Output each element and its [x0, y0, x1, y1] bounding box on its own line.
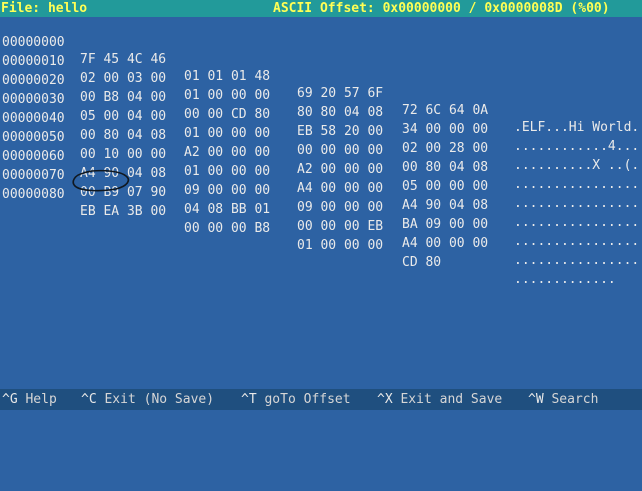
search-key: ^W — [528, 392, 544, 407]
hex-group-1[interactable]: 00 B8 04 00 — [80, 89, 166, 106]
ascii-column[interactable]: ................ — [514, 195, 639, 212]
search-label: Search — [551, 392, 599, 407]
ascii-column[interactable]: ................ — [514, 176, 639, 193]
ascii-column[interactable]: ..........X ..(. — [514, 157, 639, 174]
hex-group-1[interactable]: 02 00 03 00 — [80, 70, 166, 87]
hex-row[interactable]: 00000010 02 00 03 00 01 00 00 00 80 80 0… — [0, 36, 639, 154]
hex-group-3[interactable]: 09 00 00 00 — [297, 199, 383, 216]
exit-and-save-key: ^X — [377, 392, 393, 407]
hex-group-4[interactable]: CD 80 — [402, 254, 441, 271]
hex-row[interactable]: 00000050 00 10 00 00 01 00 00 00 A4 00 0… — [0, 112, 639, 230]
hex-group-4[interactable]: 00 80 04 08 — [402, 159, 488, 176]
hex-group-2[interactable]: 00 00 00 B8 — [184, 220, 270, 237]
hex-group-2[interactable]: 01 00 00 00 — [184, 163, 270, 180]
hex-group-3[interactable]: EB 58 20 00 — [297, 123, 383, 140]
hex-group-4[interactable]: A4 90 04 08 — [402, 197, 488, 214]
hex-group-3[interactable]: 00 00 00 EB — [297, 218, 383, 235]
command-bar: ^G Help ^C Exit (No Save) ^T goTo Offset… — [0, 389, 642, 410]
hex-group-4[interactable]: 05 00 00 00 — [402, 178, 488, 195]
hex-editor-area[interactable]: 00000000 7F 45 4C 46 01 01 01 48 69 20 5… — [0, 17, 642, 389]
search-command[interactable]: ^W Search — [528, 391, 598, 408]
hex-row[interactable]: 00000060 A4 90 04 08 09 00 00 00 09 00 0… — [0, 131, 639, 249]
ascii-column[interactable]: ................ — [514, 252, 639, 269]
title-bar: File: hello ASCII Offset: 0x00000000 / 0… — [0, 0, 642, 17]
hex-group-3[interactable]: 00 00 00 00 — [297, 142, 383, 159]
ascii-column[interactable]: ............. — [514, 271, 616, 288]
ascii-column[interactable]: ................ — [514, 233, 639, 250]
hex-row[interactable]: 00000030 05 00 04 00 01 00 00 00 00 00 0… — [0, 74, 639, 192]
hex-group-4[interactable]: BA 09 00 00 — [402, 216, 488, 233]
hex-group-1[interactable]: 00 10 00 00 — [80, 146, 166, 163]
goto-offset-label: goTo Offset — [264, 392, 351, 407]
hex-group-4[interactable]: A4 00 00 00 — [402, 235, 488, 252]
hex-group-3[interactable]: A2 00 00 00 — [297, 161, 383, 178]
row-address: 00000080 — [2, 187, 65, 202]
ascii-column[interactable]: .ELF...Hi World. — [514, 119, 639, 136]
goto-offset-key: ^T — [241, 392, 257, 407]
help-command[interactable]: ^G Help — [2, 391, 57, 408]
exit-and-save-label: Exit and Save — [400, 392, 503, 407]
ascii-offset-label: ASCII Offset: 0x00000000 / 0x0000008D (%… — [273, 1, 610, 16]
hex-group-2[interactable]: 01 00 00 00 — [184, 125, 270, 142]
hex-group-4[interactable]: 72 6C 64 0A — [402, 102, 488, 119]
file-name-label: File: hello — [1, 1, 88, 16]
hex-group-2[interactable]: A2 00 00 00 — [184, 144, 270, 161]
hex-group-2[interactable]: 00 00 CD 80 — [184, 106, 270, 123]
hex-group-1[interactable]: EB EA 3B 00 — [80, 203, 166, 220]
help-key: ^G — [2, 392, 18, 407]
exit-and-save-command[interactable]: ^X Exit and Save — [377, 391, 502, 408]
exit-no-save-label: Exit (No Save) — [104, 392, 215, 407]
hex-group-4[interactable]: 02 00 28 00 — [402, 140, 488, 157]
hex-group-2[interactable]: 09 00 00 00 — [184, 182, 270, 199]
exit-no-save-key: ^C — [81, 392, 97, 407]
hex-group-1[interactable]: 00 80 04 08 — [80, 127, 166, 144]
hex-row[interactable]: 00000040 00 80 04 08 A2 00 00 00 A2 00 0… — [0, 93, 639, 211]
hex-group-1[interactable]: A4 90 04 08 — [80, 165, 166, 182]
hex-row[interactable]: 00000020 00 B8 04 00 00 00 CD 80 EB 58 2… — [0, 55, 639, 173]
hex-group-4[interactable]: 34 00 00 00 — [402, 121, 488, 138]
ascii-column[interactable]: ................ — [514, 214, 639, 231]
hex-group-2[interactable]: 01 00 00 00 — [184, 87, 270, 104]
hex-group-2[interactable]: 01 01 01 48 — [184, 68, 270, 85]
hex-row[interactable]: 00000070 00 B9 07 90 04 08 BB 01 00 00 0… — [0, 150, 639, 268]
goto-offset-command[interactable]: ^T goTo Offset — [241, 391, 351, 408]
help-label: Help — [25, 392, 57, 407]
hex-row[interactable]: 00000080 EB EA 3B 00 00 00 00 B8 01 00 0… — [0, 169, 616, 287]
hex-group-1[interactable]: 7F 45 4C 46 — [80, 51, 166, 68]
hex-group-2[interactable]: 04 08 BB 01 — [184, 201, 270, 218]
hex-group-1[interactable]: 00 B9 07 90 — [80, 184, 166, 201]
hex-group-3[interactable]: 69 20 57 6F — [297, 85, 383, 102]
ascii-column[interactable]: ............4... — [514, 138, 639, 155]
hex-group-1[interactable]: 05 00 04 00 — [80, 108, 166, 125]
hex-group-3[interactable]: 01 00 00 00 — [297, 237, 383, 254]
hex-group-3[interactable]: A4 00 00 00 — [297, 180, 383, 197]
hex-group-3[interactable]: 80 80 04 08 — [297, 104, 383, 121]
hex-row[interactable]: 00000000 7F 45 4C 46 01 01 01 48 69 20 5… — [0, 17, 639, 135]
exit-no-save-command[interactable]: ^C Exit (No Save) — [81, 391, 214, 408]
